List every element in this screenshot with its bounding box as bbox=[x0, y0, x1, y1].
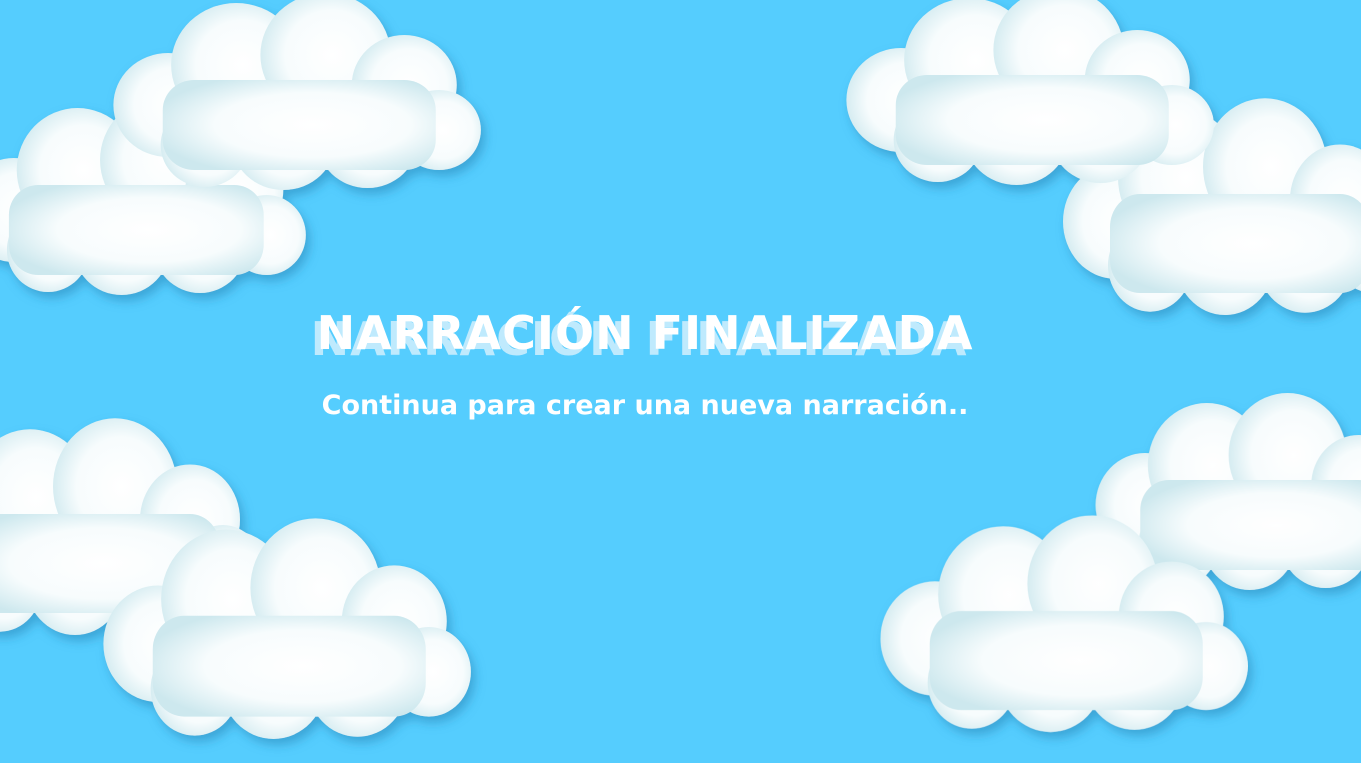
continue-prompt: Continua para crear una nueva narración.… bbox=[321, 390, 969, 421]
cloud-top-right-front bbox=[846, 0, 1214, 185]
completion-title: NARRACIÓN FINALIZADA bbox=[316, 306, 974, 360]
cloud-background bbox=[0, 0, 1361, 739]
cloud-top-left-front bbox=[113, 0, 481, 190]
